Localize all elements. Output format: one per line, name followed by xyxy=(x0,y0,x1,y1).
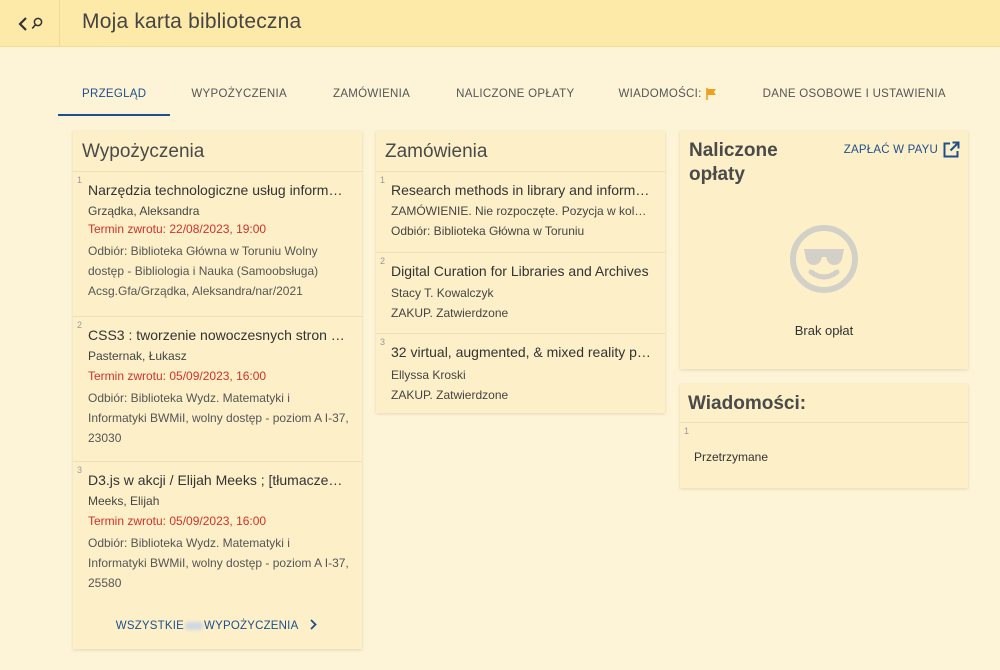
item-number: 1 xyxy=(380,175,386,185)
loan-title[interactable]: D3.js w akcji / Elijah Meeks ; [tłumacze… xyxy=(88,472,350,488)
tab-orders[interactable]: ZAMÓWIENIA xyxy=(310,80,433,116)
order-item[interactable]: 3 32 virtual, augmented, & mixed reality… xyxy=(376,333,665,413)
loan-due-date: Termin zwrotu: 22/08/2023, 19:00 xyxy=(88,222,267,236)
loans-title: Wypożyczenia xyxy=(82,141,205,162)
external-link-icon xyxy=(943,141,960,158)
order-author: Stacy T. Kowalczyk xyxy=(391,286,494,300)
no-fees-text: Brak opłat xyxy=(794,323,854,338)
messages-title: Wiadomości: xyxy=(688,393,807,414)
order-status: ZAKUP. Zatwierdzone xyxy=(391,388,509,402)
chevron-left-icon xyxy=(17,16,27,31)
pay-payu-link[interactable]: ZAPŁAĆ W PAYU xyxy=(844,141,960,159)
order-status: ZAKUP. Zatwierdzone xyxy=(391,306,509,320)
loans-card: Wypożyczenia 1 Narzędzia technologiczne … xyxy=(73,131,362,649)
message-item[interactable]: 1 Przetrzymane xyxy=(680,422,968,488)
fees-title: Naliczone opłaty xyxy=(689,140,778,185)
order-item[interactable]: 1 Research methods in library and inform… xyxy=(376,171,665,252)
fees-card: Naliczone opłaty ZAPŁAĆ W PAYU Brak opła… xyxy=(680,131,968,369)
loan-item[interactable]: 2 CSS3 : tworzenie nowoczesnych stron WW… xyxy=(73,316,362,461)
order-item[interactable]: 2 Digital Curation for Libraries and Arc… xyxy=(376,252,665,333)
item-number: 1 xyxy=(684,426,690,436)
item-number: 2 xyxy=(380,256,386,266)
tab-messages[interactable]: WIADOMOŚCI: xyxy=(596,80,739,116)
item-number: 1 xyxy=(77,175,83,185)
message-text: Przetrzymane xyxy=(694,450,769,464)
tab-loans[interactable]: WYPOŻYCZENIA xyxy=(170,80,310,116)
loan-author: Pasternak, Łukasz xyxy=(88,349,187,363)
loan-author: Meeks, Elijah xyxy=(88,494,160,508)
loan-item[interactable]: 3 D3.js w akcji / Elijah Meeks ; [tłumac… xyxy=(73,461,362,606)
search-icon xyxy=(31,17,42,30)
loan-title[interactable]: CSS3 : tworzenie nowoczesnych stron WWW xyxy=(88,327,350,343)
app-header: Moja karta biblioteczna xyxy=(0,0,1000,47)
loan-location: Odbiór: Biblioteka Wydz. Matematyki i In… xyxy=(88,391,349,445)
tab-overview[interactable]: PRZEGLĄD xyxy=(58,80,171,116)
loan-author: Grządka, Aleksandra xyxy=(88,204,200,218)
order-author: Ellyssa Kroski xyxy=(391,368,466,382)
chevron-right-icon xyxy=(310,619,317,630)
loan-due-date: Termin zwrotu: 05/09/2023, 16:00 xyxy=(88,369,267,383)
loan-item[interactable]: 1 Narzędzia technologiczne usług informa… xyxy=(73,171,362,316)
loan-location: Odbiór: Biblioteka Główna w Toruniu Woln… xyxy=(88,244,319,298)
flag-icon xyxy=(705,88,716,100)
all-loans-link[interactable]: WSZYSTKIE WYPOŻYCZENIA xyxy=(73,619,362,632)
tab-bar: PRZEGLĄD WYPOŻYCZENIA ZAMÓWIENIA NALICZO… xyxy=(58,80,966,116)
page-title: Moja karta biblioteczna xyxy=(82,10,302,33)
back-search-button[interactable] xyxy=(0,0,60,47)
orders-card: Zamówienia 1 Research methods in library… xyxy=(376,131,665,413)
item-number: 3 xyxy=(380,337,386,347)
item-number: 2 xyxy=(77,320,83,330)
order-title[interactable]: 32 virtual, augmented, & mixed reality p… xyxy=(391,344,653,360)
orders-title: Zamówienia xyxy=(385,141,488,162)
loan-title[interactable]: Narzędzia technologiczne usług informacy… xyxy=(88,182,350,198)
order-title[interactable]: Digital Curation for Libraries and Archi… xyxy=(391,263,653,279)
item-number: 3 xyxy=(77,465,83,475)
tab-personal-settings[interactable]: DANE OSOBOWE I USTAWIENIA xyxy=(740,80,966,116)
messages-card: Wiadomości: 1 Przetrzymane xyxy=(680,384,968,488)
order-status: ZAMÓWIENIE. Nie rozpoczęte. Pozycja w ko… xyxy=(391,204,653,218)
loan-due-date: Termin zwrotu: 05/09/2023, 16:00 xyxy=(88,514,267,528)
redacted-count xyxy=(185,621,204,630)
tab-fees[interactable]: NALICZONE OPŁATY xyxy=(433,80,596,116)
sunglasses-smiley-icon xyxy=(790,225,858,293)
loan-location: Odbiór: Biblioteka Wydz. Matematyki i In… xyxy=(88,536,349,590)
order-pickup: Odbiór: Biblioteka Główna w Toruniu xyxy=(391,224,585,238)
order-title[interactable]: Research methods in library and informat… xyxy=(391,182,653,198)
